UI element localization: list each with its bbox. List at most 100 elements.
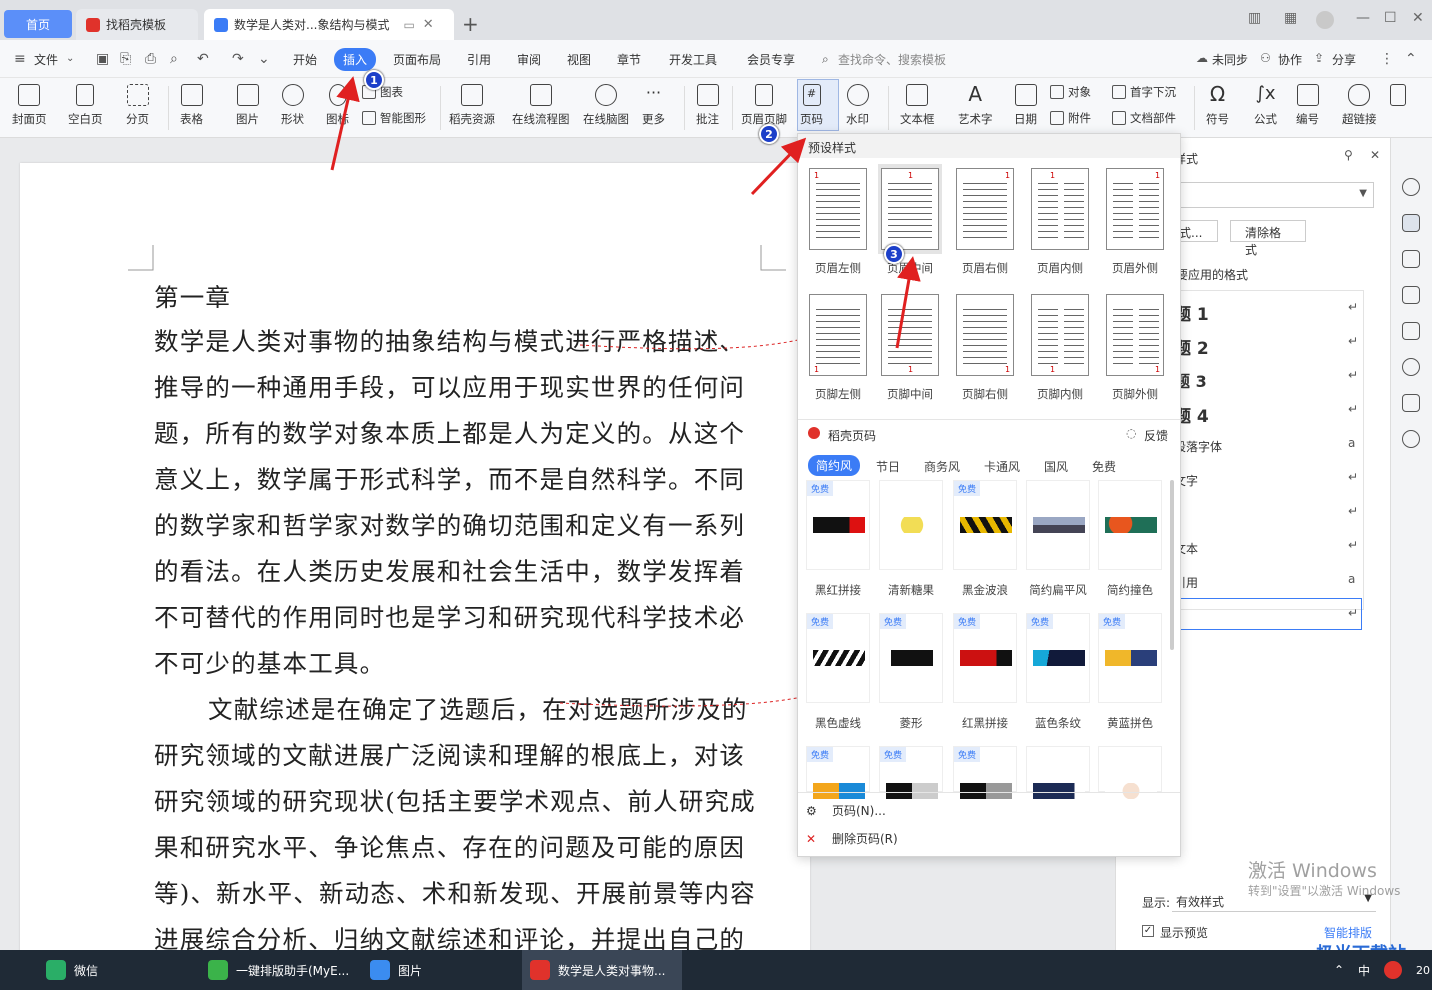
menu-insert[interactable]: 插入: [334, 48, 377, 71]
menu-home[interactable]: 开始: [293, 51, 317, 68]
category-tab[interactable]: 免费: [1092, 458, 1116, 475]
page-number-template[interactable]: 免费: [953, 480, 1017, 570]
help-icon[interactable]: [1402, 430, 1420, 448]
pen-icon[interactable]: [1402, 214, 1420, 232]
panel-pin-icon[interactable]: ⚲: [1344, 148, 1353, 162]
sync-status[interactable]: 未同步: [1212, 51, 1248, 68]
style-default-paragraph-font[interactable]: 段落字体: [1174, 438, 1222, 455]
formula-button[interactable]: ∫x 公式: [1254, 82, 1277, 127]
text-direction-button[interactable]: [1390, 82, 1406, 111]
document-line[interactable]: 果和研究水平、争论焦点、存在的问题及可能的原因: [154, 829, 745, 864]
dropcap-button[interactable]: 首字下沉: [1112, 84, 1176, 100]
watermark-button[interactable]: 水印: [846, 82, 869, 127]
menu-membership[interactable]: 会员专享: [747, 51, 795, 68]
preset-header-left[interactable]: 1 页眉左侧: [806, 164, 870, 275]
export-pdf-icon[interactable]: ⎘: [120, 51, 131, 67]
page-number-template[interactable]: 免费: [879, 746, 943, 799]
date-button[interactable]: 日期: [1014, 82, 1037, 127]
cursor-icon[interactable]: [1402, 250, 1420, 268]
page-break-button[interactable]: 分页: [126, 82, 149, 127]
print-preview-icon[interactable]: ⌕: [170, 51, 178, 67]
image-edit-icon[interactable]: [1402, 322, 1420, 340]
page-number-template[interactable]: 免费: [806, 746, 870, 799]
numbering-button[interactable]: 编号: [1296, 82, 1319, 127]
taskbar-layout-assistant[interactable]: 一键排版助手(MyE...: [208, 950, 358, 990]
layout-icon[interactable]: ▥: [1248, 10, 1261, 26]
popup-scrollbar[interactable]: [1170, 480, 1174, 650]
close-tab-icon[interactable]: ✕: [423, 17, 434, 32]
category-tab[interactable]: 简约风: [808, 455, 861, 476]
ime-indicator[interactable]: 中: [1358, 950, 1370, 990]
menu-page-layout[interactable]: 页面布局: [393, 51, 441, 68]
menu-file[interactable]: 文件: [34, 51, 58, 68]
wordart-button[interactable]: A 艺术字: [958, 82, 993, 127]
textbox-button[interactable]: 文本框: [900, 82, 935, 127]
hamburger-icon[interactable]: ≡: [14, 51, 26, 67]
page-number-template[interactable]: 免费: [953, 613, 1017, 703]
tab-home[interactable]: 首页: [4, 10, 72, 38]
clear-format-button[interactable]: 清除格式: [1230, 220, 1306, 257]
page-number-template[interactable]: [1098, 746, 1162, 799]
symbol-button[interactable]: Ω 符号: [1206, 82, 1229, 127]
tab-docer[interactable]: 找稻壳模板: [76, 9, 198, 40]
page-number-template[interactable]: 免费: [1026, 613, 1090, 703]
minimize-icon[interactable]: —: [1356, 10, 1370, 26]
blank-page-button[interactable]: 空白页: [68, 82, 103, 127]
feedback-link[interactable]: 反馈: [1144, 427, 1168, 444]
style-select[interactable]: ▼: [1174, 182, 1374, 208]
page-number-template[interactable]: [1026, 480, 1090, 570]
document-line[interactable]: 研究领域的文献进展广泛阅读和理解的根底上，对该: [154, 737, 745, 772]
smart-shape-button[interactable]: 智能图形: [362, 110, 426, 126]
preset-header-outer[interactable]: 1 页眉外侧: [1103, 164, 1167, 275]
page-number-template[interactable]: 免费: [806, 613, 870, 703]
category-tab[interactable]: 商务风: [924, 458, 960, 475]
preset-header-right[interactable]: 1 页眉右侧: [953, 164, 1017, 275]
close-window-icon[interactable]: ✕: [1412, 10, 1424, 26]
preset-footer-center[interactable]: 1 页脚中间: [878, 290, 942, 401]
online-mindmap-button[interactable]: 在线脑图: [583, 82, 629, 127]
tab-monitor-icon[interactable]: ▭: [403, 18, 414, 32]
category-tab[interactable]: 卡通风: [984, 458, 1020, 475]
cover-page-button[interactable]: 封面页: [12, 82, 47, 127]
document-page[interactable]: 第一章 数学是人类对事物的抽象结构与模式进行严格描述、 推导的一种通用手段，可以应用…: [20, 163, 811, 963]
menu-view[interactable]: 视图: [567, 51, 591, 68]
chapter-heading[interactable]: 第一章: [154, 279, 231, 314]
page-number-template[interactable]: [1098, 480, 1162, 570]
taskbar-wps-document[interactable]: 数学是人类对事物...: [522, 950, 682, 990]
avatar[interactable]: [1316, 11, 1334, 29]
wps-tray-icon[interactable]: [1384, 950, 1402, 990]
more-icon[interactable]: ⋮: [1380, 51, 1394, 67]
page-number-settings-item[interactable]: ⚙ 页码(N)...: [806, 802, 886, 819]
document-line[interactable]: 等)、新水平、新动态、术和新发现、开展前景等内容: [154, 875, 756, 910]
menu-chapter[interactable]: 章节: [617, 51, 641, 68]
preview-checkbox[interactable]: ✓: [1142, 925, 1154, 937]
collab-button[interactable]: 协作: [1278, 51, 1302, 68]
rocket-icon[interactable]: [1402, 178, 1420, 196]
shape-button[interactable]: 形状: [281, 82, 304, 127]
online-flowchart-button[interactable]: 在线流程图: [512, 82, 570, 127]
page-number-template[interactable]: 免费: [1098, 613, 1162, 703]
sliders-icon[interactable]: [1402, 286, 1420, 304]
share-button[interactable]: 分享: [1332, 51, 1356, 68]
preset-header-inner[interactable]: 1 页眉内侧: [1028, 164, 1092, 275]
page-number-template[interactable]: 免费: [806, 480, 870, 570]
preset-footer-outer[interactable]: 1 页脚外侧: [1103, 290, 1167, 401]
collapse-ribbon-icon[interactable]: ⌃: [1405, 51, 1417, 67]
taskbar-pictures[interactable]: 图片: [370, 950, 520, 990]
page-number-template[interactable]: [879, 480, 943, 570]
smart-layout-button[interactable]: 智能排版: [1324, 924, 1372, 941]
menu-review[interactable]: 审阅: [517, 51, 541, 68]
more-quick-icon[interactable]: ⌄: [258, 51, 270, 67]
print-icon[interactable]: ⎙: [145, 51, 156, 67]
style-selected-row[interactable]: [1172, 598, 1362, 630]
panel-close-icon[interactable]: ✕: [1370, 148, 1380, 162]
preset-footer-inner[interactable]: 1 页脚内侧: [1028, 290, 1092, 401]
category-tab[interactable]: 节日: [876, 458, 900, 475]
preset-header-center[interactable]: 1 页眉中间: [878, 164, 942, 275]
object-button[interactable]: 对象: [1050, 84, 1091, 100]
save-icon[interactable]: ▣: [96, 51, 109, 67]
maximize-icon[interactable]: ☐: [1384, 10, 1397, 26]
menu-references[interactable]: 引用: [467, 51, 491, 68]
page-number-template[interactable]: 免费: [879, 613, 943, 703]
docer-resources-button[interactable]: 稻壳资源: [449, 82, 495, 127]
